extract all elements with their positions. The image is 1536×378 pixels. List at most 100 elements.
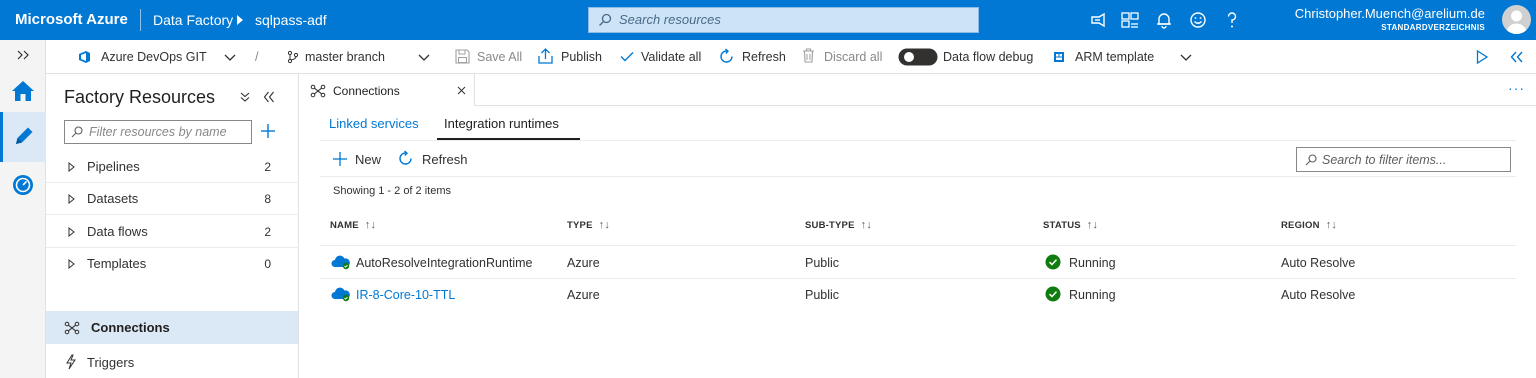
nav-connections-label: Connections	[91, 320, 170, 335]
breadcrumb-data-factory[interactable]: Data Factory	[153, 12, 233, 28]
data-flow-debug-toggle[interactable]	[898, 48, 938, 66]
new-runtime-button[interactable]: New	[355, 152, 381, 167]
directory-filter-icon[interactable]	[1120, 10, 1140, 30]
author-nav-indicator	[0, 112, 3, 162]
filter-items-placeholder: Search to filter items...	[1322, 153, 1447, 167]
resource-group-label: Datasets	[87, 191, 139, 206]
data-flow-debug-label: Data flow debug	[943, 50, 1034, 64]
document-tab-strip	[299, 74, 1536, 106]
collapse-all-icon[interactable]	[240, 92, 250, 102]
nav-connections-selected[interactable]	[46, 311, 298, 344]
discard-all-button[interactable]: Discard all	[824, 50, 882, 64]
resource-group-count: 8	[264, 192, 271, 206]
user-avatar[interactable]	[1502, 5, 1531, 34]
breadcrumb-factory-name[interactable]: sqlpass-adf	[255, 12, 327, 28]
validate-all-button[interactable]: Validate all	[641, 50, 701, 64]
runtime-type: Azure	[567, 288, 600, 302]
arm-template-icon	[1053, 51, 1065, 63]
branch-dropdown[interactable]: master branch	[305, 50, 385, 64]
resource-group-count: 2	[264, 160, 271, 174]
refresh-list-button[interactable]: Refresh	[422, 152, 468, 167]
add-resource-plus-icon[interactable]	[261, 124, 275, 138]
column-header-subtype[interactable]: SUB-TYPE ↑↓	[805, 219, 872, 231]
column-header-status[interactable]: STATUS ↑↓	[1043, 219, 1098, 231]
branch-chevron-down-icon[interactable]	[418, 54, 430, 62]
save-all-button[interactable]: Save All	[477, 50, 522, 64]
filter-items-search-icon	[1305, 154, 1317, 166]
repo-chevron-down-icon[interactable]	[224, 54, 236, 62]
more-options-ellipsis-icon[interactable]: ···	[1508, 80, 1525, 96]
resource-group-label: Pipelines	[87, 159, 140, 174]
help-question-icon[interactable]	[1222, 10, 1242, 30]
resource-group-data-flows[interactable]: Data flows 2	[46, 216, 299, 248]
filter-placeholder: Filter resources by name	[89, 125, 227, 139]
column-header-label: TYPE	[567, 220, 593, 231]
subtab-linked-services[interactable]: Linked services	[329, 116, 419, 131]
arm-template-dropdown[interactable]: ARM template	[1075, 50, 1154, 64]
status-running-check-icon	[1045, 254, 1061, 270]
close-tab-icon[interactable]	[457, 86, 466, 95]
connections-icon	[64, 321, 80, 335]
devops-git-icon	[78, 50, 92, 64]
sort-arrows-icon[interactable]: ↑↓	[861, 219, 872, 231]
subtab-divider	[320, 140, 1516, 141]
runtime-subtype: Public	[805, 256, 840, 270]
notifications-bell-icon[interactable]	[1154, 10, 1174, 30]
search-placeholder: Search resources	[619, 12, 721, 27]
repo-type-dropdown[interactable]: Azure DevOps GIT	[101, 50, 207, 64]
user-directory: STANDARDVERZEICHNIS	[1381, 23, 1485, 32]
sort-arrows-icon[interactable]: ↑↓	[1326, 219, 1337, 231]
active-subtab-underline	[437, 138, 580, 140]
resource-group-label: Templates	[87, 256, 147, 271]
subtab-integration-runtimes[interactable]: Integration runtimes	[444, 116, 559, 131]
arm-chevron-down-icon[interactable]	[1180, 54, 1192, 62]
column-header-name[interactable]: NAME ↑↓	[330, 219, 376, 231]
expand-chevron-icon	[68, 227, 75, 237]
runtime-name-link[interactable]: IR-8-Core-10-TTL	[356, 288, 455, 302]
expand-rail-icon[interactable]	[0, 40, 46, 72]
debug-run-play-icon[interactable]	[1476, 50, 1488, 64]
runtime-status: Running	[1069, 288, 1116, 302]
column-header-label: NAME	[330, 220, 359, 231]
refresh-icon	[718, 48, 735, 65]
feedback-smiley-icon[interactable]	[1188, 10, 1208, 30]
toolbar-refresh-button[interactable]: Refresh	[742, 50, 786, 64]
nav-triggers[interactable]: Triggers	[87, 355, 134, 370]
discard-trash-icon	[802, 48, 815, 63]
collapse-panel-icon[interactable]	[263, 91, 275, 103]
table-row-divider	[320, 278, 1516, 279]
resource-group-templates[interactable]: Templates 0	[46, 248, 299, 280]
column-header-label: STATUS	[1043, 220, 1081, 231]
column-header-label: SUB-TYPE	[805, 220, 855, 231]
sort-arrows-icon[interactable]: ↑↓	[365, 219, 376, 231]
items-count-text: Showing 1 - 2 of 2 items	[333, 185, 452, 197]
column-header-region[interactable]: REGION ↑↓	[1281, 219, 1337, 231]
resource-group-datasets[interactable]: Datasets 8	[46, 183, 299, 215]
filter-search-icon	[71, 126, 83, 138]
triggers-lightning-icon	[65, 354, 77, 370]
column-header-label: REGION	[1281, 220, 1320, 231]
publish-button[interactable]: Publish	[561, 50, 602, 64]
resource-group-pipelines[interactable]: Pipelines 2	[46, 151, 299, 183]
tab-connections-label: Connections	[333, 84, 400, 98]
home-icon[interactable]	[11, 80, 35, 102]
resource-group-count: 2	[264, 225, 271, 239]
expand-chevron-icon	[68, 194, 75, 204]
expand-chevron-icon	[68, 259, 75, 269]
resource-group-count: 0	[264, 257, 271, 271]
runtime-name[interactable]: AutoResolveIntegrationRuntime	[356, 256, 533, 270]
search-icon	[598, 13, 612, 27]
authoring-toolbar	[46, 40, 1536, 74]
sort-arrows-icon[interactable]: ↑↓	[599, 219, 610, 231]
azure-brand[interactable]: Microsoft Azure	[15, 11, 128, 28]
collapse-double-chevron-icon[interactable]	[1510, 51, 1524, 63]
sort-arrows-icon[interactable]: ↑↓	[1087, 219, 1098, 231]
author-pencil-icon[interactable]	[12, 124, 36, 148]
user-account-name[interactable]: Christopher.Muench@arelium.de	[1295, 6, 1485, 21]
tab-connections-icon	[310, 84, 326, 98]
git-branch-icon	[287, 50, 299, 64]
runtime-region: Auto Resolve	[1281, 256, 1356, 270]
column-header-type[interactable]: TYPE ↑↓	[567, 219, 610, 231]
monitor-gauge-icon[interactable]	[12, 174, 34, 196]
cloud-shell-icon[interactable]	[1089, 10, 1109, 30]
